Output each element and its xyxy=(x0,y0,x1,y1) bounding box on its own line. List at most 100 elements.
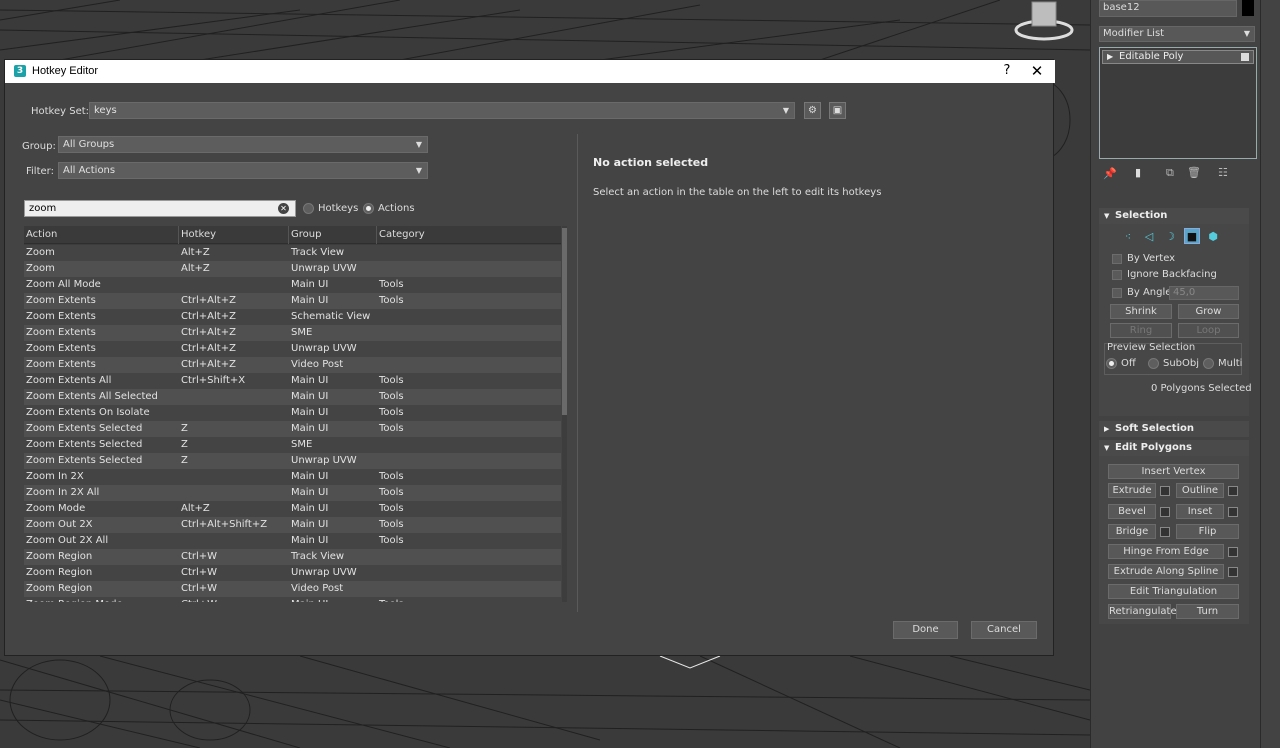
hinge-from-edge-button[interactable]: Hinge From Edge xyxy=(1108,544,1224,559)
extrude-settings-icon[interactable] xyxy=(1160,486,1170,496)
clear-search-icon[interactable]: ✕ xyxy=(278,203,289,214)
table-row[interactable]: Zoom Alt+Z Unwrap UVW xyxy=(24,261,561,277)
table-row[interactable]: Zoom Region Ctrl+W Track View xyxy=(24,549,561,565)
done-button[interactable]: Done xyxy=(893,621,958,639)
column-header-group[interactable]: Group xyxy=(289,226,377,244)
modifier-stack[interactable]: ▶ Editable Poly xyxy=(1099,47,1257,159)
table-row[interactable]: Zoom Extents On Isolate Main UI Tools xyxy=(24,405,561,421)
polygon-icon[interactable]: ■ xyxy=(1184,228,1200,244)
dialog-titlebar[interactable]: 3 Hotkey Editor ? ✕ xyxy=(5,60,1055,83)
ignore-backfacing-checkbox[interactable]: Ignore Backfacing xyxy=(1112,268,1217,282)
ring-button[interactable]: Ring xyxy=(1110,323,1172,338)
edit-polygons-rollout-header[interactable]: ▼ Edit Polygons xyxy=(1099,440,1249,456)
pin-stack-icon[interactable]: 📌 xyxy=(1103,167,1117,180)
table-row[interactable]: Zoom Extents Selected Z SME xyxy=(24,437,561,453)
filter-dropdown[interactable]: All Actions ▼ xyxy=(58,162,428,179)
hotkey-set-options-button[interactable]: ⚙ xyxy=(804,102,821,119)
column-header-action[interactable]: Action xyxy=(24,226,179,244)
preview-subobj-radio[interactable]: SubObj xyxy=(1148,357,1199,371)
by-angle-checkbox[interactable]: By Angle: xyxy=(1112,286,1175,300)
hotkey-set-dropdown[interactable]: keys ▼ xyxy=(89,102,795,119)
table-row[interactable]: Zoom Out 2X Ctrl+Alt+Shift+Z Main UI Tools xyxy=(24,517,561,533)
selection-rollout-header[interactable]: ▼ Selection xyxy=(1099,208,1249,224)
configure-modifier-sets-icon[interactable]: ☷ xyxy=(1218,166,1228,179)
modifier-list-dropdown[interactable]: Modifier List ▼ xyxy=(1099,26,1255,42)
column-header-category[interactable]: Category xyxy=(377,226,561,244)
table-row[interactable]: Zoom Extents Ctrl+Alt+Z Unwrap UVW xyxy=(24,341,561,357)
close-button[interactable]: ✕ xyxy=(1029,62,1045,80)
viewcube-icon[interactable] xyxy=(1012,0,1076,44)
table-row[interactable]: Zoom In 2X Main UI Tools xyxy=(24,469,561,485)
object-color-swatch[interactable] xyxy=(1242,0,1254,16)
table-row[interactable]: Zoom Region Ctrl+W Video Post xyxy=(24,581,561,597)
table-row[interactable]: Zoom Extents Ctrl+Alt+Z SME xyxy=(24,325,561,341)
show-end-result-icon[interactable]: ▮ xyxy=(1135,166,1141,179)
toggle-icon[interactable] xyxy=(1241,53,1249,61)
radio-hotkeys[interactable]: Hotkeys xyxy=(303,202,358,216)
cell-hotkey: Ctrl+W xyxy=(181,551,218,562)
cell-group: Main UI xyxy=(291,279,329,290)
grow-button[interactable]: Grow xyxy=(1178,304,1239,319)
table-row[interactable]: Zoom Extents Selected Z Main UI Tools xyxy=(24,421,561,437)
extrude-along-spline-settings-icon[interactable] xyxy=(1228,567,1238,577)
actions-table[interactable]: Action Hotkey Group Category Zoom Alt+Z Tr… xyxy=(24,226,561,602)
retriangulate-button[interactable]: Retriangulate xyxy=(1108,604,1177,619)
element-icon[interactable]: ⬢ xyxy=(1205,229,1221,245)
search-input[interactable]: zoom ✕ xyxy=(24,200,296,217)
edge-icon[interactable]: ◁ xyxy=(1141,229,1157,245)
vertex-icon[interactable]: ⁖ xyxy=(1120,229,1136,245)
table-row[interactable]: Zoom All Mode Main UI Tools xyxy=(24,277,561,293)
table-row[interactable]: Zoom Extents Ctrl+Alt+Z Video Post xyxy=(24,357,561,373)
table-row[interactable]: Zoom Alt+Z Track View xyxy=(24,245,561,261)
table-row[interactable]: Zoom Out 2X All Main UI Tools xyxy=(24,533,561,549)
panel-splitter[interactable] xyxy=(577,134,578,612)
table-row[interactable]: Zoom Mode Alt+Z Main UI Tools xyxy=(24,501,561,517)
scrollbar-thumb[interactable] xyxy=(562,228,567,415)
stack-item-editable-poly[interactable]: ▶ Editable Poly xyxy=(1102,50,1254,64)
flip-button[interactable]: Flip xyxy=(1176,524,1239,539)
expand-icon[interactable]: ▶ xyxy=(1107,51,1113,63)
inset-settings-icon[interactable] xyxy=(1228,507,1238,517)
angle-spinner[interactable]: 45,0 xyxy=(1169,286,1239,300)
help-button[interactable]: ? xyxy=(1000,63,1014,78)
save-hotkey-set-button[interactable]: ▣ xyxy=(829,102,846,119)
bevel-settings-icon[interactable] xyxy=(1160,507,1170,517)
table-row[interactable]: Zoom Extents Selected Z Unwrap UVW xyxy=(24,453,561,469)
table-row[interactable]: Zoom In 2X All Main UI Tools xyxy=(24,485,561,501)
bridge-button[interactable]: Bridge xyxy=(1108,524,1156,539)
outline-settings-icon[interactable] xyxy=(1228,486,1238,496)
shrink-button[interactable]: Shrink xyxy=(1110,304,1172,319)
cancel-button[interactable]: Cancel xyxy=(971,621,1037,639)
cell-action: Zoom Out 2X xyxy=(26,519,93,530)
table-row[interactable]: Zoom Extents Ctrl+Alt+Z Schematic View xyxy=(24,309,561,325)
insert-vertex-button[interactable]: Insert Vertex xyxy=(1108,464,1239,479)
group-dropdown[interactable]: All Groups ▼ xyxy=(58,136,428,153)
inset-button[interactable]: Inset xyxy=(1176,504,1224,519)
extrude-button[interactable]: Extrude xyxy=(1108,483,1156,498)
bridge-settings-icon[interactable] xyxy=(1160,527,1170,537)
by-vertex-checkbox[interactable]: By Vertex xyxy=(1112,252,1175,266)
column-header-hotkey[interactable]: Hotkey xyxy=(179,226,289,244)
make-unique-icon[interactable]: ⧉ xyxy=(1166,166,1174,180)
hinge-settings-icon[interactable] xyxy=(1228,547,1238,557)
edit-triangulation-button[interactable]: Edit Triangulation xyxy=(1108,584,1239,599)
object-name-field[interactable]: base12 xyxy=(1099,0,1237,17)
loop-button[interactable]: Loop xyxy=(1178,323,1239,338)
preview-off-radio[interactable]: Off xyxy=(1106,357,1136,371)
table-row[interactable]: Zoom Extents All Ctrl+Shift+X Main UI Tools xyxy=(24,373,561,389)
turn-button[interactable]: Turn xyxy=(1176,604,1239,619)
preview-multi-radio[interactable]: Multi xyxy=(1203,357,1242,371)
table-row[interactable]: Zoom Region Mode Ctrl+W Main UI Tools xyxy=(24,597,561,602)
radio-actions[interactable]: Actions xyxy=(363,202,415,216)
table-row[interactable]: Zoom Extents All Selected Main UI Tools xyxy=(24,389,561,405)
soft-selection-rollout-header[interactable]: ▶ Soft Selection xyxy=(1099,421,1249,437)
extrude-along-spline-button[interactable]: Extrude Along Spline xyxy=(1108,564,1224,579)
bevel-button[interactable]: Bevel xyxy=(1108,504,1156,519)
table-row[interactable]: Zoom Extents Ctrl+Alt+Z Main UI Tools xyxy=(24,293,561,309)
table-row[interactable]: Zoom Region Ctrl+W Unwrap UVW xyxy=(24,565,561,581)
table-scrollbar[interactable] xyxy=(562,226,567,602)
border-icon[interactable]: ☽ xyxy=(1162,229,1178,245)
remove-modifier-icon[interactable]: 🗑 xyxy=(1187,166,1201,179)
chevron-down-icon: ▼ xyxy=(1243,29,1250,38)
outline-button[interactable]: Outline xyxy=(1176,483,1224,498)
